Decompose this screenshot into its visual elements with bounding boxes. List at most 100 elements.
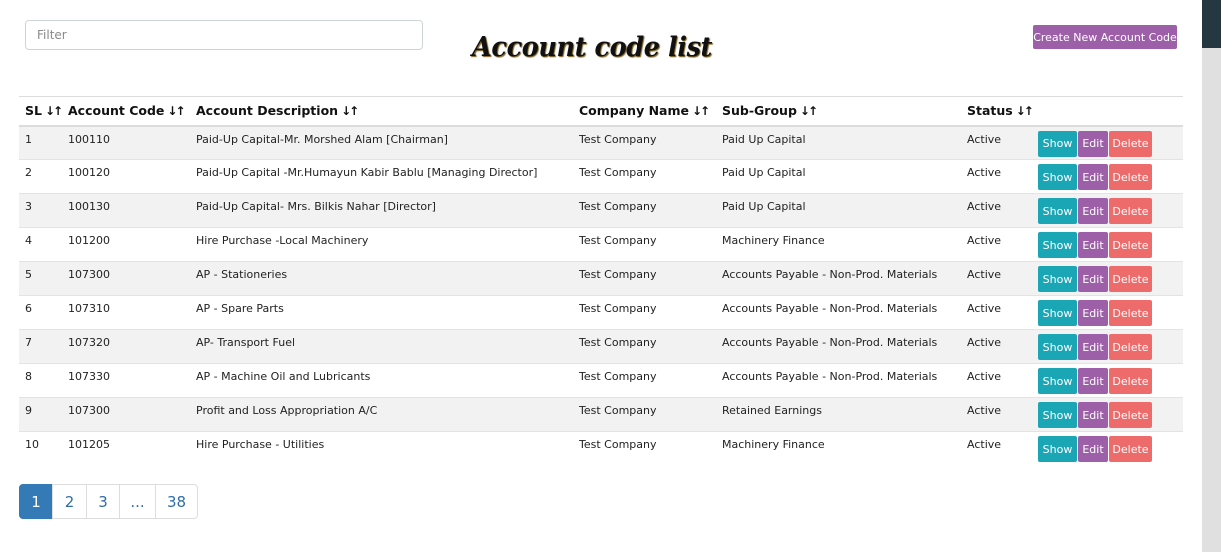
delete-button[interactable]: Delete: [1109, 334, 1152, 360]
delete-button[interactable]: Delete: [1109, 164, 1152, 190]
cell-account-code: 107310: [62, 295, 190, 330]
show-button[interactable]: Show: [1038, 368, 1077, 394]
filter-input[interactable]: [25, 20, 423, 50]
page-link[interactable]: 3: [86, 484, 120, 519]
table-header-row: SL ↓↑ Account Code ↓↑ Account Description ↓…: [19, 96, 1183, 127]
cell-account-code: 107300: [62, 261, 190, 296]
table-row: 5 107300 AP - Stationeries Test Company Acco…: [19, 261, 1183, 296]
cell-status: Active: [961, 363, 1034, 398]
edit-button[interactable]: Edit: [1078, 368, 1108, 394]
show-button[interactable]: Show: [1038, 300, 1077, 326]
edit-button[interactable]: Edit: [1078, 300, 1108, 326]
cell-account-description: AP - Stationeries: [190, 261, 573, 296]
cell-company-name: Test Company: [573, 363, 716, 398]
cell-status: Active: [961, 125, 1034, 160]
edit-button[interactable]: Edit: [1078, 198, 1108, 224]
edit-button[interactable]: Edit: [1078, 266, 1108, 292]
edit-button[interactable]: Edit: [1078, 130, 1108, 157]
cell-status: Active: [961, 227, 1034, 262]
scrollbar-track[interactable]: [1202, 0, 1221, 552]
delete-button[interactable]: Delete: [1109, 266, 1152, 292]
edit-button[interactable]: Edit: [1078, 232, 1108, 258]
show-button[interactable]: Show: [1038, 402, 1077, 428]
cell-company-name: Test Company: [573, 193, 716, 228]
edit-button[interactable]: Edit: [1078, 436, 1108, 462]
delete-button[interactable]: Delete: [1109, 368, 1152, 394]
show-button[interactable]: Show: [1038, 198, 1077, 224]
page-link[interactable]: 38: [155, 484, 198, 519]
cell-status: Active: [961, 295, 1034, 330]
header-actions: [1034, 96, 1183, 127]
table-row: 7 107320 AP- Transport Fuel Test Company Acc…: [19, 329, 1183, 364]
table-row: 2 100120 Paid-Up Capital -Mr.Humayun Kabir…: [19, 159, 1183, 194]
header-account-code[interactable]: Account Code ↓↑: [62, 96, 190, 127]
edit-button[interactable]: Edit: [1078, 402, 1108, 428]
edit-button[interactable]: Edit: [1078, 164, 1108, 190]
cell-status: Active: [961, 261, 1034, 296]
cell-sl: 1: [19, 125, 62, 160]
edit-button[interactable]: Edit: [1078, 334, 1108, 360]
cell-status: Active: [961, 193, 1034, 228]
cell-company-name: Test Company: [573, 329, 716, 364]
cell-company-name: Test Company: [573, 261, 716, 296]
sort-arrows-icon[interactable]: ↓↑: [167, 104, 185, 118]
cell-sub-group: Paid Up Capital: [716, 193, 961, 228]
header-sub-group[interactable]: Sub-Group ↓↑: [716, 96, 961, 127]
row-actions: Show Edit Delete: [1034, 295, 1183, 330]
cell-status: Active: [961, 329, 1034, 364]
table-body: 1 100110 Paid-Up Capital-Mr. Morshed Alam …: [19, 125, 1183, 466]
cell-sl: 5: [19, 261, 62, 296]
scrollbar-thumb[interactable]: [1202, 0, 1221, 48]
show-button[interactable]: Show: [1038, 436, 1077, 462]
page-title: Account code list: [472, 32, 712, 63]
show-button[interactable]: Show: [1038, 164, 1077, 190]
cell-sub-group: Accounts Payable - Non-Prod. Materials: [716, 261, 961, 296]
page-link[interactable]: ...: [119, 484, 156, 519]
sort-arrows-icon[interactable]: ↓↑: [692, 104, 710, 118]
header-status[interactable]: Status ↓↑: [961, 96, 1034, 127]
cell-sl: 4: [19, 227, 62, 262]
cell-account-code: 101200: [62, 227, 190, 262]
page-link[interactable]: 2: [52, 484, 87, 519]
cell-sub-group: Accounts Payable - Non-Prod. Materials: [716, 329, 961, 364]
cell-company-name: Test Company: [573, 227, 716, 262]
show-button[interactable]: Show: [1038, 266, 1077, 292]
delete-button[interactable]: Delete: [1109, 232, 1152, 258]
cell-account-code: 100110: [62, 125, 190, 160]
cell-sl: 2: [19, 159, 62, 194]
table-row: 9 107300 Profit and Loss Appropriation A/C…: [19, 397, 1183, 432]
header-account-description[interactable]: Account Description ↓↑: [190, 96, 573, 127]
header-sl[interactable]: SL ↓↑: [19, 96, 63, 127]
show-button[interactable]: Show: [1038, 232, 1077, 258]
sort-arrows-icon[interactable]: ↓↑: [341, 104, 359, 118]
cell-sl: 3: [19, 193, 62, 228]
sort-arrows-icon[interactable]: ↓↑: [45, 104, 63, 118]
header-company-name[interactable]: Company Name ↓↑: [573, 96, 716, 127]
cell-account-code: 107330: [62, 363, 190, 398]
delete-button[interactable]: Delete: [1109, 198, 1152, 224]
cell-account-code: 101205: [62, 431, 190, 466]
cell-sub-group: Accounts Payable - Non-Prod. Materials: [716, 363, 961, 398]
row-actions: Show Edit Delete: [1034, 227, 1183, 262]
delete-button[interactable]: Delete: [1109, 402, 1152, 428]
cell-sl: 10: [19, 431, 62, 466]
sort-arrows-icon[interactable]: ↓↑: [800, 104, 818, 118]
show-button[interactable]: Show: [1038, 334, 1077, 360]
page-link[interactable]: 1: [19, 484, 53, 519]
row-actions: Show Edit Delete: [1034, 159, 1183, 194]
cell-account-code: 100120: [62, 159, 190, 194]
cell-company-name: Test Company: [573, 431, 716, 466]
delete-button[interactable]: Delete: [1109, 130, 1152, 157]
delete-button[interactable]: Delete: [1109, 300, 1152, 326]
cell-status: Active: [961, 159, 1034, 194]
delete-button[interactable]: Delete: [1109, 436, 1152, 462]
table-row: 10 101205 Hire Purchase - Utilities Test Co…: [19, 431, 1183, 466]
cell-account-code: 107320: [62, 329, 190, 364]
cell-sl: 7: [19, 329, 62, 364]
table-row: 4 101200 Hire Purchase -Local Machinery Tes…: [19, 227, 1183, 262]
sort-arrows-icon[interactable]: ↓↑: [1016, 104, 1034, 118]
show-button[interactable]: Show: [1038, 130, 1077, 157]
create-account-code-button[interactable]: Create New Account Code: [1033, 25, 1177, 49]
cell-account-description: Profit and Loss Appropriation A/C: [190, 397, 573, 432]
cell-sl: 9: [19, 397, 62, 432]
